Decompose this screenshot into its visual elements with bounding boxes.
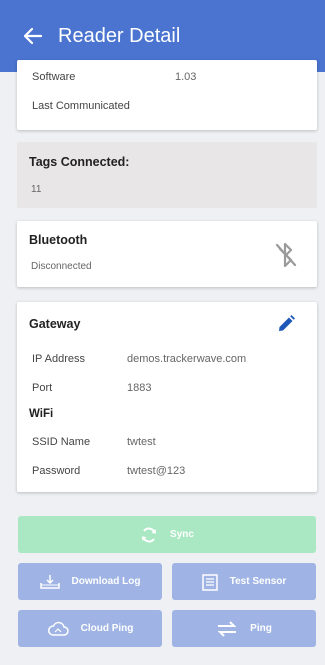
- cloud-icon: [47, 621, 69, 637]
- download-log-button[interactable]: Download Log: [18, 563, 162, 600]
- port-value: 1883: [127, 382, 152, 394]
- gateway-card: Gateway IP Address demos.trackerwave.com…: [17, 302, 317, 492]
- software-label: Software: [32, 71, 76, 83]
- sync-icon: [140, 526, 158, 544]
- pencil-icon[interactable]: [276, 314, 296, 339]
- port-label: Port: [32, 382, 53, 394]
- ssid-label: SSID Name: [32, 436, 91, 448]
- software-value: 1.03: [175, 71, 197, 83]
- ping-label: Ping: [250, 623, 272, 634]
- download-log-label: Download Log: [71, 576, 141, 587]
- cloud-ping-label: Cloud Ping: [80, 623, 134, 634]
- last-communicated-label: Last Communicated: [32, 100, 130, 112]
- sync-label: Sync: [170, 529, 194, 540]
- ip-address-value: demos.trackerwave.com: [127, 353, 247, 365]
- tags-connected-title: Tags Connected:: [29, 155, 130, 169]
- ssid-value: twtest: [127, 436, 156, 448]
- test-sensor-label: Test Sensor: [229, 576, 287, 587]
- clipboard-list-icon: [202, 573, 218, 591]
- password-label: Password: [32, 465, 81, 477]
- bluetooth-status: Disconnected: [31, 261, 92, 272]
- cloud-ping-button[interactable]: Cloud Ping: [18, 610, 162, 647]
- bluetooth-card: Bluetooth Disconnected: [17, 221, 317, 287]
- swap-arrows-icon: [216, 620, 238, 638]
- tags-connected-count: 11: [31, 184, 42, 195]
- back-arrow-icon[interactable]: [22, 25, 44, 47]
- download-icon: [39, 574, 60, 590]
- page-title: Reader Detail: [58, 24, 181, 47]
- wifi-title: WiFi: [29, 408, 54, 420]
- ping-button[interactable]: Ping: [172, 610, 316, 647]
- test-sensor-button[interactable]: Test Sensor: [172, 563, 316, 600]
- bluetooth-disabled-icon[interactable]: [275, 241, 297, 274]
- password-value: twtest@123: [127, 465, 186, 477]
- gateway-title: Gateway: [29, 317, 81, 331]
- reader-info-card: Software 1.03 Last Communicated: [17, 60, 317, 130]
- tags-connected-card: Tags Connected: 11: [17, 142, 317, 208]
- bluetooth-title: Bluetooth: [29, 233, 88, 247]
- sync-button[interactable]: Sync: [18, 516, 316, 553]
- ip-address-label: IP Address: [32, 353, 85, 365]
